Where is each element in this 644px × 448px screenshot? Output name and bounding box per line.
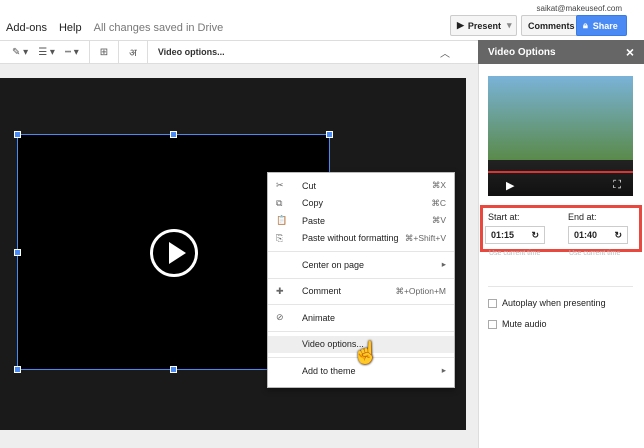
present-button[interactable]: ▶ Present ▾ bbox=[450, 15, 517, 36]
menu-item-label: Paste bbox=[302, 215, 326, 226]
pen-color-icon[interactable]: ✎ ▾ bbox=[12, 47, 28, 58]
refresh-icon[interactable]: ↻ bbox=[614, 230, 622, 241]
mute-checkbox[interactable]: Mute audio bbox=[488, 319, 547, 329]
account-email[interactable]: saikat@makeuseof.com bbox=[537, 4, 623, 13]
menu-item-label: Cut bbox=[302, 180, 317, 191]
menu-item-icon: ✂ bbox=[276, 180, 284, 191]
menu-item-shortcut: ⌘X bbox=[431, 180, 446, 191]
chevron-down-icon[interactable]: ▾ bbox=[507, 20, 512, 31]
menu-item-shortcut: ⌘C bbox=[431, 197, 446, 208]
panel-header: Video Options × bbox=[478, 40, 644, 64]
menu-divider bbox=[268, 304, 454, 305]
menu-item-shortcut: ▸ bbox=[441, 365, 446, 376]
menu-divider bbox=[268, 330, 454, 332]
video-options-button[interactable]: Video options... bbox=[158, 47, 225, 57]
save-status: All changes saved in Drive bbox=[93, 22, 224, 34]
share-button[interactable]: 🔒︎ Share bbox=[576, 15, 627, 36]
menu-item-label: Comment bbox=[302, 286, 342, 297]
hand-cursor-icon: ☝ bbox=[352, 340, 380, 365]
menu-help[interactable]: Help bbox=[59, 22, 82, 34]
menu-item-shortcut: ⌘+Option+M bbox=[395, 285, 446, 296]
add-comment-icon[interactable]: ⊞ bbox=[100, 47, 108, 58]
menu-item-center-on-page[interactable]: Center on page ▸ bbox=[268, 256, 454, 274]
menu-addons[interactable]: Add-ons bbox=[6, 22, 47, 34]
menu-item-label: Add to theme bbox=[302, 365, 356, 376]
menu-item-icon: ✚ bbox=[276, 285, 284, 296]
progress-bar[interactable] bbox=[488, 171, 633, 173]
start-value: 01:15 bbox=[491, 230, 515, 240]
menu-bar: Add-ons Help All changes saved in Drive bbox=[6, 22, 223, 34]
close-icon[interactable]: × bbox=[626, 44, 634, 60]
menu-divider bbox=[268, 277, 454, 279]
mute-label: Mute audio bbox=[502, 319, 547, 329]
menu-item-comment[interactable]: ✚ Comment ⌘+Option+M bbox=[268, 283, 454, 301]
menu-item-label: Center on page bbox=[302, 259, 365, 270]
menu-item-icon: ⧉ bbox=[276, 197, 283, 208]
menu-item-icon: 📋 bbox=[276, 215, 288, 226]
end-value: 01:40 bbox=[574, 230, 598, 240]
present-icon: ▶ bbox=[457, 20, 464, 30]
autoplay-checkbox[interactable]: Autoplay when presenting bbox=[488, 298, 606, 308]
lock-icon: 🔒︎ bbox=[583, 20, 588, 30]
menu-item-label: Copy bbox=[302, 198, 324, 209]
line-weight-icon[interactable]: ☰ ▾ bbox=[38, 47, 55, 58]
menu-item-shortcut: ⌘V bbox=[431, 215, 446, 226]
comments-button[interactable]: Comments bbox=[521, 15, 582, 36]
menu-item-label: Paste without formatting bbox=[302, 233, 399, 244]
menu-item-cut[interactable]: ✂ Cut ⌘X bbox=[268, 177, 454, 195]
refresh-icon[interactable]: ↻ bbox=[531, 230, 539, 241]
panel-title: Video Options bbox=[488, 46, 556, 58]
line-dash-icon[interactable]: ┅ ▾ bbox=[65, 47, 79, 58]
menu-item-icon: ⎘ bbox=[276, 232, 284, 243]
present-label: Present bbox=[467, 20, 501, 31]
video-thumbnail[interactable]: ▶ ⛶ bbox=[488, 76, 633, 196]
menu-item-shortcut: ▸ bbox=[441, 259, 446, 270]
share-label: Share bbox=[592, 20, 618, 31]
menu-item-copy[interactable]: ⧉ Copy ⌘C bbox=[268, 195, 454, 213]
start-time-input[interactable]: 01:15 ↻ bbox=[485, 226, 545, 244]
menu-item-label: Animate bbox=[302, 312, 336, 323]
autoplay-label: Autoplay when presenting bbox=[502, 298, 606, 308]
end-time-input[interactable]: 01:40 ↻ bbox=[568, 226, 628, 244]
menu-item-paste-without-formatting[interactable]: ⎘ Paste without formatting ⌘+Shift+V bbox=[268, 230, 454, 248]
menu-divider bbox=[268, 251, 454, 252]
collapse-icon[interactable]: ︿ bbox=[440, 45, 450, 60]
use-current-end[interactable]: Use current time bbox=[569, 250, 620, 257]
menu-item-shortcut: ⌘+Shift+V bbox=[404, 232, 446, 243]
play-icon[interactable] bbox=[150, 229, 198, 277]
menu-item-paste[interactable]: 📋 Paste ⌘V bbox=[268, 212, 454, 230]
start-label: Start at: bbox=[488, 212, 520, 222]
menu-item-animate[interactable]: ⊘ Animate bbox=[268, 309, 454, 327]
input-tools-icon[interactable]: अ bbox=[129, 45, 137, 59]
fullscreen-icon[interactable]: ⛶ bbox=[613, 179, 621, 192]
end-label: End at: bbox=[568, 212, 597, 222]
play-icon[interactable]: ▶ bbox=[506, 179, 514, 192]
menu-item-icon: ⊘ bbox=[276, 312, 284, 323]
use-current-start[interactable]: Use current time bbox=[489, 250, 540, 257]
toolbar: ✎ ▾ ☰ ▾ ┅ ▾ ⊞ अ Video options... ︿ bbox=[0, 40, 478, 64]
